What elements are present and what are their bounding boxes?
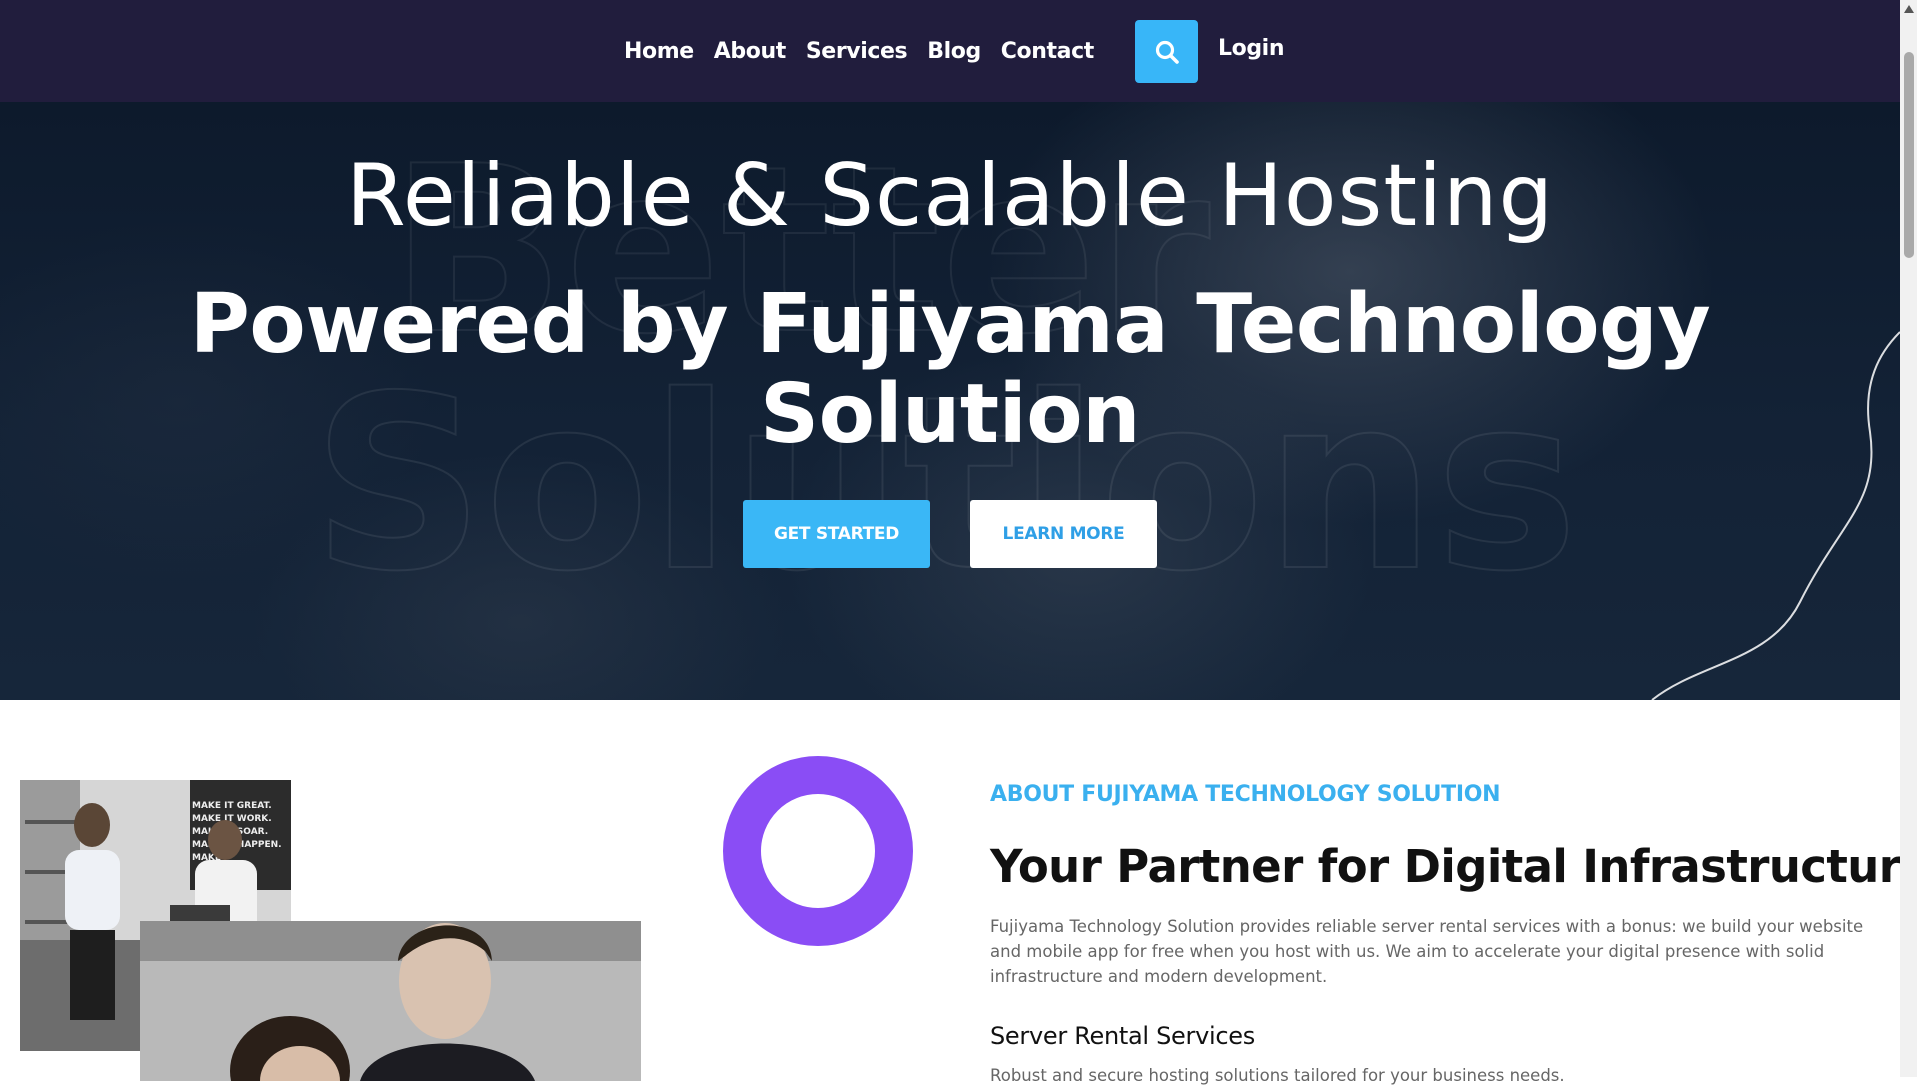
services-description: Robust and secure hosting solutions tail… <box>990 1066 1565 1085</box>
business-people-photo <box>140 921 641 1081</box>
services-heading: Server Rental Services <box>990 1022 1255 1050</box>
about-heading: Your Partner for Digital Infrastructure <box>990 840 1917 893</box>
triangle-up-icon <box>1903 4 1914 13</box>
hero-title-line2: Powered by Fujiyama Technology Solution <box>189 277 1711 462</box>
business-people-illustration <box>140 921 641 1081</box>
hero-section: Better Solutions Reliable & Scalable Hos… <box>0 102 1900 700</box>
about-eyebrow: ABOUT FUJIYAMA TECHNOLOGY SOLUTION <box>990 782 1501 807</box>
scroll-up-arrow[interactable] <box>1900 0 1917 17</box>
get-started-button[interactable]: GET STARTED <box>743 500 930 568</box>
nav-link-contact[interactable]: Contact <box>1001 39 1094 64</box>
scrollbar-thumb[interactable] <box>1904 52 1914 258</box>
nav-link-about[interactable]: About <box>714 39 786 64</box>
decorative-ring <box>723 756 913 946</box>
search-icon <box>1155 40 1179 64</box>
search-button[interactable] <box>1135 20 1198 83</box>
nav-link-services[interactable]: Services <box>806 39 908 64</box>
nav-link-blog[interactable]: Blog <box>927 39 981 64</box>
hero-title-line1: Reliable & Scalable Hosting <box>345 146 1555 246</box>
top-navbar: Home About Services Blog Contact Login <box>0 0 1900 102</box>
nav-link-home[interactable]: Home <box>624 39 694 64</box>
learn-more-button[interactable]: LEARN MORE <box>970 500 1157 568</box>
main-nav: Home About Services Blog Contact <box>624 0 1094 102</box>
about-description: Fujiyama Technology Solution provides re… <box>990 917 1864 986</box>
login-link[interactable]: Login <box>1218 36 1284 61</box>
poster-text: MAKE IT GREAT. MAKE IT WORK. MAKE IT SOA… <box>192 801 282 863</box>
